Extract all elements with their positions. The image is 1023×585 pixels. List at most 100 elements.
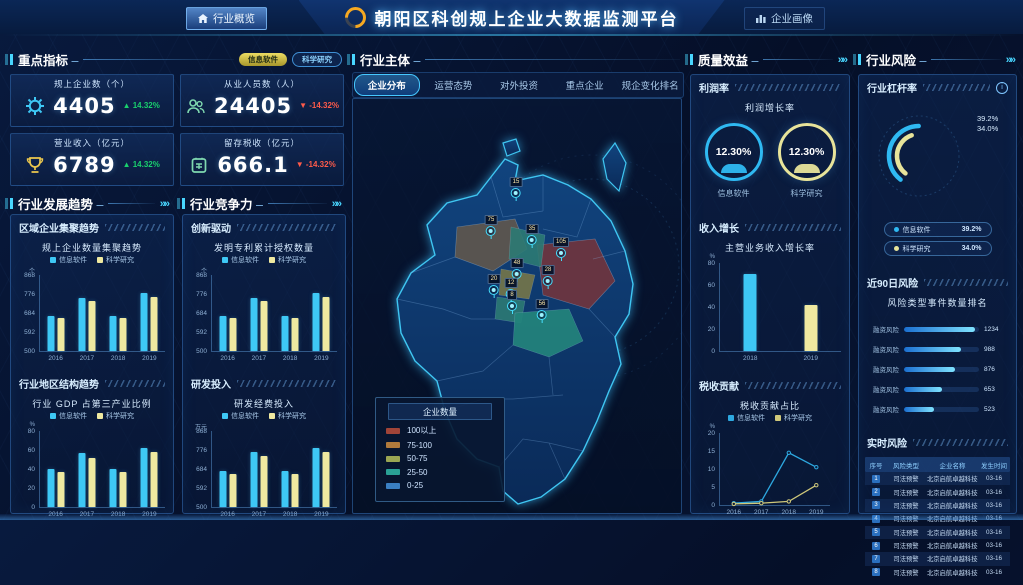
subsection-region-structure: 行业地区结构趋势 [11, 371, 173, 394]
section-title: 重点指标 [18, 50, 78, 69]
profit-gauges: 12.30% 信息软件 12.30% 科学研究 [691, 115, 849, 209]
panel-dev-trend: 区域企业集聚趋势 规上企业数量集聚趋势信息软件科学研究个500592684776… [10, 214, 174, 514]
page-title: 朝阳区科创规上企业大数据监测平台 [375, 5, 679, 30]
risk-rank-row: 融资风险876 [863, 364, 1008, 374]
location-pin-icon [507, 301, 517, 311]
tab-3[interactable]: 重点企业 [553, 75, 617, 95]
app-title-bar: 朝阳区科创规上企业大数据监测平台 [299, 0, 725, 34]
filter-chip-info-software[interactable]: 信息软件 [239, 53, 287, 66]
section-bars-icon [10, 54, 13, 65]
expand-arrows-icon[interactable]: »» [332, 198, 342, 210]
gauge-ring: 12.30% [705, 123, 763, 181]
section-divider [763, 59, 832, 60]
marker-value: 56 [536, 299, 549, 309]
risk-rank-row: 融资风险1234 [863, 324, 1008, 334]
map-marker[interactable]: 35 [526, 224, 539, 248]
metric-value: 666.1 [217, 153, 288, 177]
chart-legend-item: 科学研究 [775, 413, 812, 423]
subsection-cluster-trend: 区域企业集聚趋势 [11, 215, 173, 238]
pin-stem [491, 236, 492, 239]
nav-enterprise-portrait[interactable]: 企业画像 [744, 7, 825, 30]
pin-stem [560, 258, 561, 261]
subsection-tax: 税收贡献 [691, 373, 849, 396]
info-icon[interactable]: i [996, 82, 1008, 94]
metric-card-employees: 从业人员数（人） 24405 -14.32% [180, 74, 344, 127]
map-marker[interactable]: 20 [488, 274, 501, 298]
leverage-value-science: 34.0% [977, 124, 998, 134]
people-icon [185, 96, 207, 116]
tab-2[interactable]: 对外投资 [487, 75, 551, 95]
subsection-title: 税收贡献 [699, 378, 739, 393]
map-marker[interactable]: 75 [485, 215, 498, 239]
metric-card-enterprises: 规上企业数（个） 4405 14.32% [10, 74, 174, 127]
hatch-decoration [237, 224, 337, 231]
map-legend: 企业数量 100以上75-10050-7525-500-25 [375, 397, 505, 502]
row-number-badge: 7 [872, 555, 880, 563]
district-map-panel: 15753510548282012856 企业数量 100以上75-10050-… [352, 98, 682, 514]
row-number-badge: 6 [872, 542, 880, 550]
key-metric-cards: 规上企业数（个） 4405 14.32% 从业人员数（人） 24405 -14.… [10, 74, 344, 186]
metric-value: 4405 [53, 94, 115, 118]
subsection-realtime-risk: 实时风险 [859, 430, 1016, 453]
chart-legend-item: 科学研究 [269, 255, 306, 265]
marker-value: 8 [507, 290, 516, 300]
legend-swatch [386, 442, 400, 448]
risk-table-header-cell: 发生时间 [980, 460, 1008, 470]
home-icon [198, 14, 208, 23]
metric-label: 规上企业数（个） [11, 78, 173, 90]
hatch-decoration [237, 380, 337, 387]
metric-delta: 14.32% [123, 160, 160, 169]
chart-title: 发明专利累计授权数量 [183, 241, 345, 254]
subsection-leverage: 行业杠杆率 i [859, 75, 1016, 98]
map-marker[interactable]: 56 [536, 299, 549, 323]
gauge-mound-decoration [794, 164, 820, 173]
hatch-decoration [745, 382, 841, 389]
expand-arrows-icon[interactable]: »» [838, 54, 848, 66]
map-marker[interactable]: 15 [510, 177, 523, 201]
gear-icon [24, 96, 46, 116]
hatch-decoration [924, 279, 1008, 286]
bottom-edge-decoration [0, 514, 1023, 520]
risk-table-row[interactable]: 6司法预警北京启航卓越科技有限公司03-16 [865, 539, 1010, 552]
expand-arrows-icon[interactable]: »» [160, 198, 170, 210]
marker-value: 15 [510, 177, 523, 187]
subsection-title: 创新驱动 [191, 220, 231, 235]
risk-table-row[interactable]: 5司法预警北京启航卓越科技有限公司03-16 [865, 526, 1010, 539]
chart-patents: 发明专利累计授权数量信息软件科学研究个500592684776868201620… [183, 241, 345, 363]
marker-value: 12 [505, 278, 518, 288]
chart-tax-contribution: 税收贡献占比信息软件科学研究%051015202016201720182019 [691, 399, 849, 517]
chart-title: 风险类型事件数量排名 [859, 296, 1016, 309]
tab-4[interactable]: 规企变化排名 [618, 75, 682, 95]
panel-competitiveness: 创新驱动 发明专利累计授权数量信息软件科学研究个5005926847768682… [182, 214, 346, 514]
pin-stem [516, 198, 517, 201]
map-marker[interactable]: 8 [507, 290, 517, 314]
chart-legend-item: 信息软件 [222, 255, 259, 265]
section-bars-icon [182, 198, 185, 209]
map-legend-title: 企业数量 [388, 403, 492, 420]
profit-chart-title: 利润增长率 [691, 101, 849, 114]
pin-stem [512, 311, 513, 314]
section-key-metrics: 重点指标 信息软件 科学研究 [4, 50, 342, 69]
subsection-title: 实时风险 [867, 435, 907, 450]
tab-0[interactable]: 企业分布 [354, 74, 420, 96]
chart-title: 行业 GDP 占第三产业比例 [11, 397, 173, 410]
risk-table-row[interactable]: 7司法预警北京启航卓越科技有限公司03-16 [865, 552, 1010, 565]
gauge-mound-decoration [721, 164, 747, 173]
location-pin-icon [527, 235, 537, 245]
risk-table-row[interactable]: 8司法预警北京启航卓越科技有限公司03-16 [865, 566, 1010, 579]
risk-table-row[interactable]: 1司法预警北京启航卓越科技有限公司03-16 [865, 472, 1010, 485]
map-marker[interactable]: 28 [542, 265, 555, 289]
expand-arrows-icon[interactable]: »» [1006, 54, 1016, 66]
section-title: 行业竞争力 [190, 194, 263, 213]
chart-risk-ranking: 风险类型事件数量排名融资风险1234融资风险988融资风险876融资风险653融… [859, 296, 1016, 426]
panel-quality: 利润率 利润增长率 12.30% 信息软件 12.30% 科学研究 收入增长 主… [690, 74, 850, 514]
tab-1[interactable]: 运营态势 [422, 75, 486, 95]
nav-industry-overview[interactable]: 行业概览 [186, 7, 267, 30]
filter-chip-science-research[interactable]: 科学研究 [292, 52, 342, 67]
map-marker[interactable]: 105 [553, 237, 569, 261]
legend-swatch [386, 469, 400, 475]
risk-table-row[interactable]: 3司法预警北京启航卓越科技有限公司03-16 [865, 499, 1010, 512]
risk-table-row[interactable]: 2司法预警北京启航卓越科技有限公司03-16 [865, 485, 1010, 498]
leverage-legend-item: 信息软件39.2% [884, 222, 992, 237]
nav-left-label: 行业概览 [213, 11, 255, 26]
